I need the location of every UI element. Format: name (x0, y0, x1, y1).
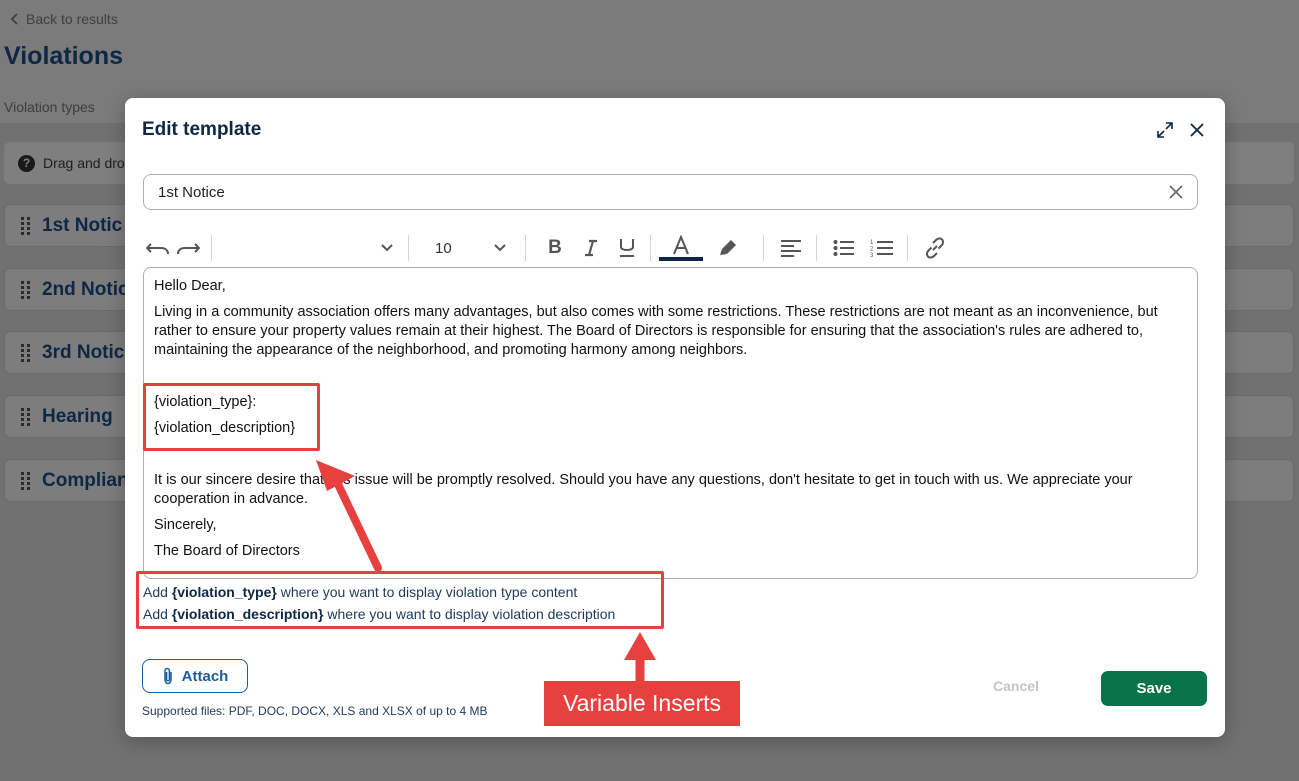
arrow-shaft (332, 476, 382, 572)
arrow-head (624, 632, 656, 660)
annotation-label: Variable Inserts (544, 681, 740, 726)
annotation-arrows (316, 460, 656, 681)
arrow-head (316, 460, 355, 491)
